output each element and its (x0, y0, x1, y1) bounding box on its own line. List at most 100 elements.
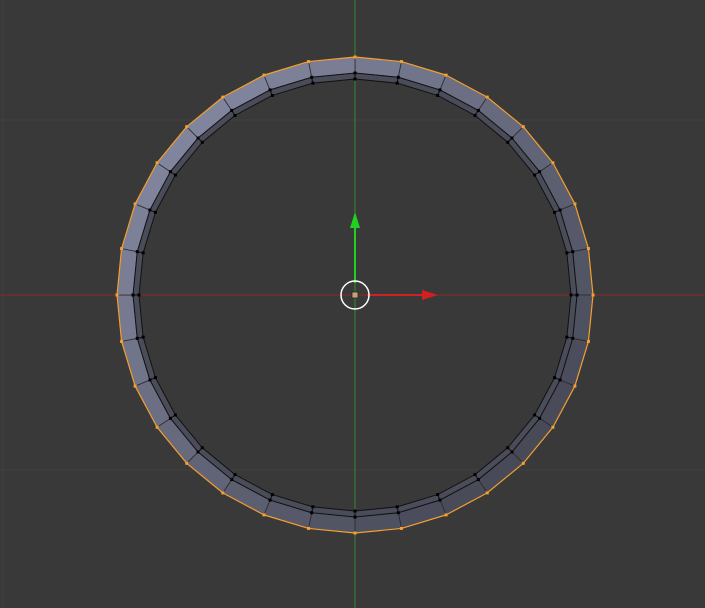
vertex[interactable] (353, 509, 357, 513)
selected-vertex[interactable] (133, 384, 137, 388)
vertex[interactable] (148, 378, 152, 382)
vertex[interactable] (200, 140, 204, 144)
selected-vertex[interactable] (551, 425, 555, 429)
selected-vertex[interactable] (485, 95, 489, 99)
vertex[interactable] (270, 493, 274, 497)
selected-vertex[interactable] (120, 247, 124, 251)
transform-manipulator[interactable] (340, 212, 438, 310)
selected-vertex[interactable] (120, 339, 124, 343)
selected-vertex[interactable] (353, 55, 357, 59)
selected-vertex[interactable] (185, 125, 189, 129)
vertex[interactable] (311, 505, 315, 509)
selected-vertex[interactable] (115, 293, 119, 297)
3d-viewport[interactable] (0, 0, 705, 608)
vertex[interactable] (268, 88, 272, 92)
selected-vertex[interactable] (155, 161, 159, 165)
vertex[interactable] (135, 250, 139, 254)
vertex[interactable] (270, 93, 274, 97)
vertex[interactable] (230, 478, 234, 482)
vertex[interactable] (571, 336, 575, 340)
selected-vertex[interactable] (573, 202, 577, 206)
vertex[interactable] (153, 376, 157, 380)
x-arrow-icon[interactable] (422, 290, 438, 300)
selected-vertex[interactable] (573, 384, 577, 388)
vertex[interactable] (196, 450, 200, 454)
origin-point[interactable] (351, 291, 359, 299)
vertex[interactable] (200, 446, 204, 450)
vertex[interactable] (565, 335, 569, 339)
selected-vertex[interactable] (551, 161, 555, 165)
selected-vertex[interactable] (262, 73, 266, 77)
vertex[interactable] (131, 293, 135, 297)
selected-vertex[interactable] (221, 491, 225, 495)
vertex[interactable] (148, 208, 152, 212)
vertex[interactable] (353, 515, 357, 519)
vertex[interactable] (268, 498, 272, 502)
selected-vertex[interactable] (133, 202, 137, 206)
selected-vertex[interactable] (444, 513, 448, 517)
vertex[interactable] (168, 416, 172, 420)
selected-vertex[interactable] (591, 293, 595, 297)
vertex[interactable] (510, 450, 514, 454)
selected-vertex[interactable] (521, 125, 525, 129)
vertex[interactable] (353, 77, 357, 81)
selected-vertex[interactable] (353, 531, 357, 535)
selected-vertex[interactable] (155, 425, 159, 429)
vertex[interactable] (506, 140, 510, 144)
vertex[interactable] (173, 173, 177, 177)
vertex[interactable] (438, 498, 442, 502)
vertex[interactable] (396, 75, 400, 79)
vertex[interactable] (533, 173, 537, 177)
vertex[interactable] (476, 108, 480, 112)
vertex[interactable] (569, 293, 573, 297)
selected-vertex[interactable] (521, 461, 525, 465)
vertex[interactable] (135, 336, 139, 340)
vertex[interactable] (137, 293, 141, 297)
vertex[interactable] (141, 335, 145, 339)
vertex[interactable] (310, 75, 314, 79)
vertex[interactable] (506, 446, 510, 450)
selected-vertex[interactable] (307, 526, 311, 530)
vertex[interactable] (476, 478, 480, 482)
vertex[interactable] (233, 113, 237, 117)
y-arrow-icon[interactable] (350, 212, 360, 228)
selected-vertex[interactable] (485, 491, 489, 495)
vertex[interactable] (395, 505, 399, 509)
vertex[interactable] (473, 473, 477, 477)
vertex[interactable] (396, 511, 400, 515)
selected-vertex[interactable] (586, 247, 590, 251)
vertex[interactable] (558, 208, 562, 212)
vertex[interactable] (196, 136, 200, 140)
selected-vertex[interactable] (307, 60, 311, 64)
viewport-canvas[interactable] (0, 0, 705, 608)
vertex[interactable] (310, 511, 314, 515)
vertex[interactable] (436, 493, 440, 497)
vertex[interactable] (553, 210, 557, 214)
selected-vertex[interactable] (399, 526, 403, 530)
vertex[interactable] (558, 378, 562, 382)
vertex[interactable] (141, 251, 145, 255)
vertex[interactable] (436, 93, 440, 97)
selected-vertex[interactable] (399, 60, 403, 64)
vertex[interactable] (571, 250, 575, 254)
vertex[interactable] (473, 113, 477, 117)
vertex[interactable] (565, 251, 569, 255)
vertex[interactable] (553, 376, 557, 380)
vertex[interactable] (353, 71, 357, 75)
vertex[interactable] (538, 170, 542, 174)
vertex[interactable] (230, 108, 234, 112)
selected-vertex[interactable] (444, 73, 448, 77)
selected-vertex[interactable] (185, 461, 189, 465)
vertex[interactable] (153, 210, 157, 214)
selected-vertex[interactable] (586, 339, 590, 343)
selected-vertex[interactable] (221, 95, 225, 99)
vertex[interactable] (510, 136, 514, 140)
vertex[interactable] (168, 170, 172, 174)
vertex[interactable] (533, 413, 537, 417)
vertex[interactable] (438, 88, 442, 92)
vertex[interactable] (173, 413, 177, 417)
selected-vertex[interactable] (262, 513, 266, 517)
vertex[interactable] (233, 473, 237, 477)
vertex[interactable] (538, 416, 542, 420)
vertex[interactable] (395, 81, 399, 85)
